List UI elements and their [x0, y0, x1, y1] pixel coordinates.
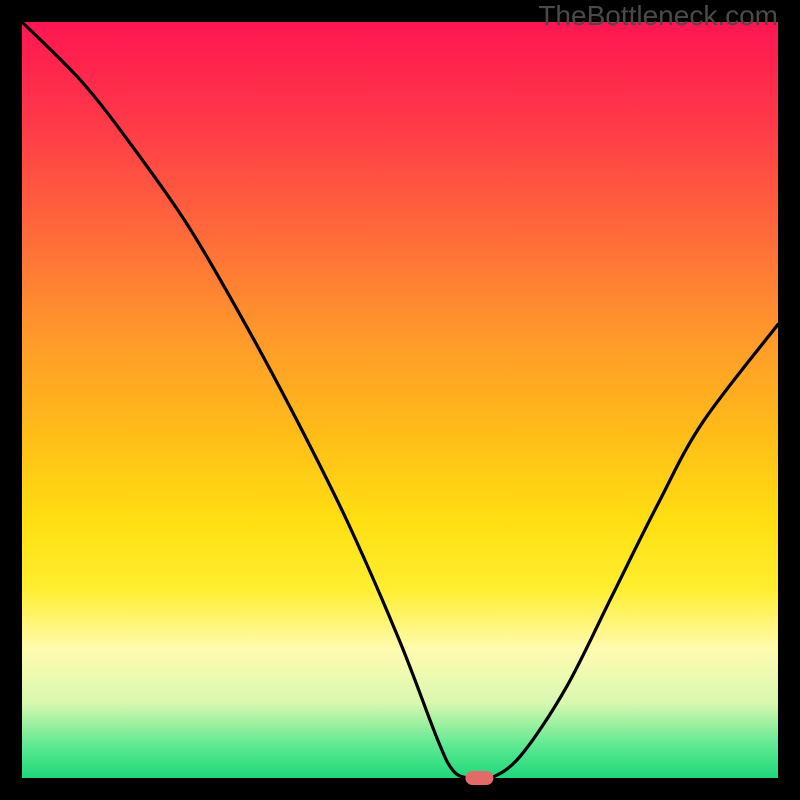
watermark-text: TheBottleneck.com	[538, 0, 778, 32]
curve-min-marker	[465, 771, 493, 785]
chart-canvas	[22, 22, 778, 778]
bottleneck-curve	[22, 22, 778, 780]
chart-frame: TheBottleneck.com	[0, 0, 800, 800]
